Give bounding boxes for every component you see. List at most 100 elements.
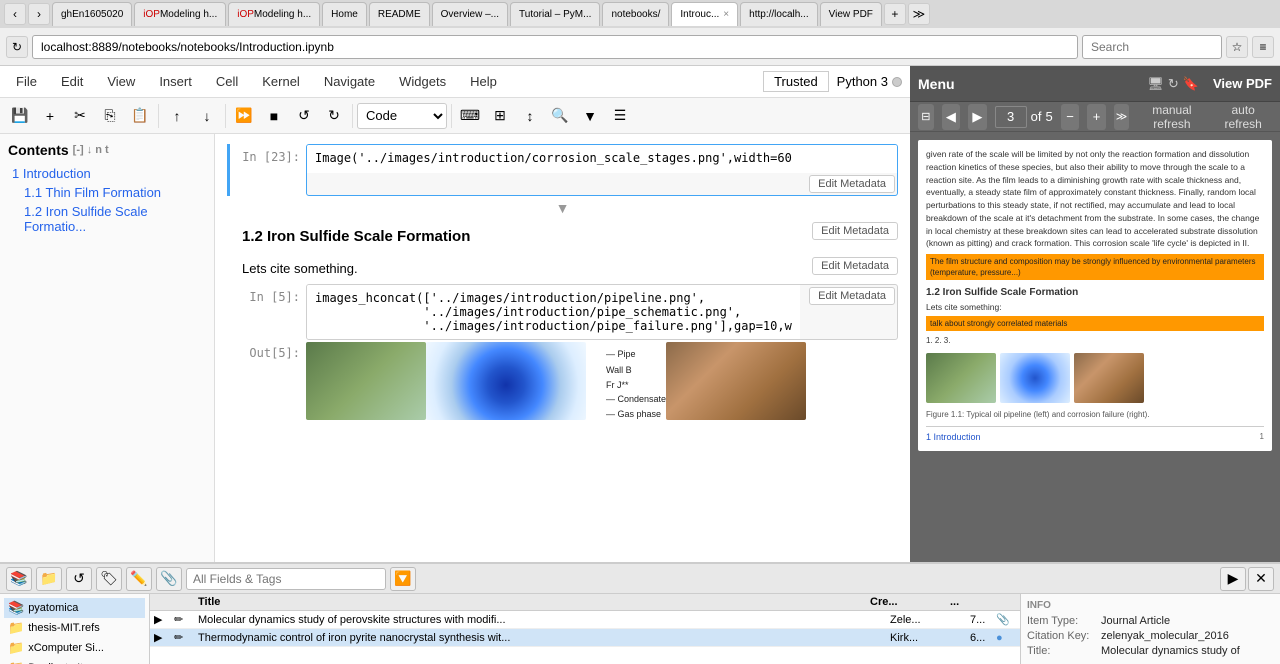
run-btn[interactable]: ⏩ <box>230 102 258 130</box>
reload-btn[interactable]: ↻ <box>6 36 28 58</box>
forward-btn[interactable]: › <box>28 3 50 25</box>
cell-in23-meta-btn[interactable]: Edit Metadata <box>809 175 895 193</box>
zotero-filter-btn[interactable]: 🔽 <box>390 567 416 591</box>
copy-btn[interactable]: ⎘ <box>96 102 124 130</box>
pdf-zoom-out-btn[interactable]: − <box>1061 104 1080 130</box>
save-btn[interactable]: 💾 <box>6 102 34 130</box>
pdf-page-input[interactable] <box>995 106 1027 128</box>
menu-help[interactable]: Help <box>462 70 505 93</box>
move-up-btn[interactable]: ↑ <box>163 102 191 130</box>
pdf-expand-btn[interactable]: ≫ <box>1114 104 1130 130</box>
toc-item-iron-sulfide[interactable]: 1.2 Iron Sulfide Scale Formatio... <box>8 202 206 236</box>
table-row-1[interactable]: ▶ ✏ Thermodynamic control of iron pyrite… <box>150 629 1020 647</box>
row0-type-icon: ▶ <box>154 613 174 626</box>
zotero-edit-btn[interactable]: ✏️ <box>126 567 152 591</box>
pdf-next-btn[interactable]: ▶ <box>968 104 987 130</box>
search-btn[interactable]: 🔍 <box>546 102 574 130</box>
cell-cite-meta-btn[interactable]: Edit Metadata <box>812 257 898 275</box>
pdf-body-text: given rate of the scale will be limited … <box>926 148 1264 250</box>
menu-file[interactable]: File <box>8 70 45 93</box>
zotero-attach-btn[interactable]: 📎 <box>156 567 182 591</box>
back-btn[interactable]: ‹ <box>4 3 26 25</box>
zotero-close-btn[interactable]: ✕ <box>1248 567 1274 591</box>
search-bar[interactable] <box>1082 35 1222 59</box>
restart-btn[interactable]: ↺ <box>290 102 318 130</box>
tab-tutorial[interactable]: Tutorial – PyM... <box>510 2 600 26</box>
zotero-lib-thesis[interactable]: 📁 thesis-MIT.refs <box>4 618 145 638</box>
cell-in23-body[interactable]: Image('../images/introduction/corrosion_… <box>306 144 898 196</box>
cell-in5-meta-btn[interactable]: Edit Metadata <box>809 287 895 305</box>
zotero-library-panel: 📚 pyatomica 📁 thesis-MIT.refs 📁 xCompute… <box>0 594 150 664</box>
new-tab-btn[interactable]: + <box>884 3 906 25</box>
zotero-add-btn[interactable]: 📁 <box>36 567 62 591</box>
menu-kernel[interactable]: Kernel <box>254 70 308 93</box>
zotero-lib-duplicates[interactable]: 📁 Duplicate Items <box>4 658 145 664</box>
cell-in23-code[interactable]: Image('../images/introduction/corrosion_… <box>307 145 897 173</box>
pdf-icon3[interactable]: 🔖 <box>1183 76 1199 92</box>
keyboard-btn[interactable]: ⌨ <box>456 102 484 130</box>
cell-in5-body[interactable]: images_hconcat(['../images/introduction/… <box>306 284 898 340</box>
cell-in5-code[interactable]: images_hconcat(['../images/introduction/… <box>307 285 800 339</box>
add-cell-btn[interactable]: + <box>36 102 64 130</box>
tab-home[interactable]: Home <box>322 2 367 26</box>
menu-navigate[interactable]: Navigate <box>316 70 383 93</box>
tab-localhost[interactable]: http://localh... <box>740 2 817 26</box>
pdf-icon2[interactable]: ↻ <box>1168 76 1179 92</box>
toc-item-thin-film[interactable]: 1.1 Thin Film Formation <box>8 183 206 202</box>
pdf-prev-btn[interactable]: ◀ <box>942 104 961 130</box>
pdf-section-btn[interactable]: 1 Introduction <box>926 431 981 443</box>
menu-widgets[interactable]: Widgets <box>391 70 454 93</box>
tab-notebooks[interactable]: notebooks/ <box>602 2 669 26</box>
chart-btn[interactable]: ↕ <box>516 102 544 130</box>
auto-refresh-btn[interactable]: auto refresh <box>1214 101 1272 133</box>
header-year[interactable]: ... <box>946 596 976 608</box>
collapse-arrow[interactable]: ▼ <box>215 198 910 218</box>
zotero-icon[interactable]: 📚 <box>6 567 32 591</box>
tab-viewpdf[interactable]: View PDF <box>820 2 882 26</box>
cell-in5: In [5]: images_hconcat(['../images/intro… <box>227 284 898 422</box>
tab-modeling1[interactable]: iOP Modeling h... <box>134 2 226 26</box>
row0-edit-icon: ✏ <box>174 613 194 626</box>
trusted-badge[interactable]: Trusted <box>763 71 829 92</box>
zotero-sync-btn[interactable]: ↺ <box>66 567 92 591</box>
cut-btn[interactable]: ✂ <box>66 102 94 130</box>
tab-intro[interactable]: Introuc... × <box>671 2 738 26</box>
manual-refresh-btn[interactable]: manual refresh <box>1137 101 1206 133</box>
cell-type-select[interactable]: Code Markdown Raw <box>357 103 447 129</box>
pdf-icon1[interactable]: 🖥 <box>1147 76 1164 92</box>
url-bar[interactable] <box>32 35 1078 59</box>
zotero-tag-btn[interactable]: 🏷 <box>96 567 122 591</box>
table-row-0[interactable]: ▶ ✏ Molecular dynamics study of perovski… <box>150 611 1020 629</box>
restart-run-btn[interactable]: ↻ <box>320 102 348 130</box>
stop-btn[interactable]: ■ <box>260 102 288 130</box>
zotero-lib-xcomp[interactable]: 📁 xComputer Si... <box>4 638 145 658</box>
list-btn[interactable]: ☰ <box>606 102 634 130</box>
menu-cell[interactable]: Cell <box>208 70 246 93</box>
move-down-btn[interactable]: ↓ <box>193 102 221 130</box>
title-detail-label: Title: <box>1027 645 1097 657</box>
menu-insert[interactable]: Insert <box>151 70 200 93</box>
grid-btn[interactable]: ⊞ <box>486 102 514 130</box>
expand-btn[interactable]: ▼ <box>576 102 604 130</box>
menu-edit[interactable]: Edit <box>53 70 91 93</box>
zotero-arrow-btn[interactable]: ▶ <box>1220 567 1246 591</box>
menu-view[interactable]: View <box>99 70 143 93</box>
pdf-zoom-in-btn[interactable]: + <box>1087 104 1106 130</box>
item-type-val: Journal Article <box>1101 615 1170 627</box>
toc-item-intro[interactable]: 1 Introduction <box>8 164 206 183</box>
pdf-nav-icons[interactable]: ⊟ <box>918 104 934 130</box>
bookmark-btn[interactable]: ☆ <box>1226 36 1248 58</box>
tab-modeling2[interactable]: iOP Modeling h... <box>228 2 320 26</box>
tab-ghEn[interactable]: ghEn1605020 <box>52 2 132 26</box>
tab-readme[interactable]: README <box>369 2 430 26</box>
header-creator[interactable]: Cre... <box>866 596 946 608</box>
zotero-lib-pyatomica[interactable]: 📚 pyatomica <box>4 598 145 618</box>
more-btn[interactable]: ≫ <box>908 3 930 25</box>
cell-heading-meta-btn[interactable]: Edit Metadata <box>812 222 898 240</box>
toc-controls[interactable]: [-] ↓ n t <box>73 144 109 156</box>
zotero-search-input[interactable] <box>186 568 386 590</box>
header-title[interactable]: Title <box>194 596 866 608</box>
settings-btn[interactable]: ≡ <box>1252 36 1274 58</box>
tab-overview[interactable]: Overview –... <box>432 2 508 26</box>
paste-btn[interactable]: 📋 <box>126 102 154 130</box>
